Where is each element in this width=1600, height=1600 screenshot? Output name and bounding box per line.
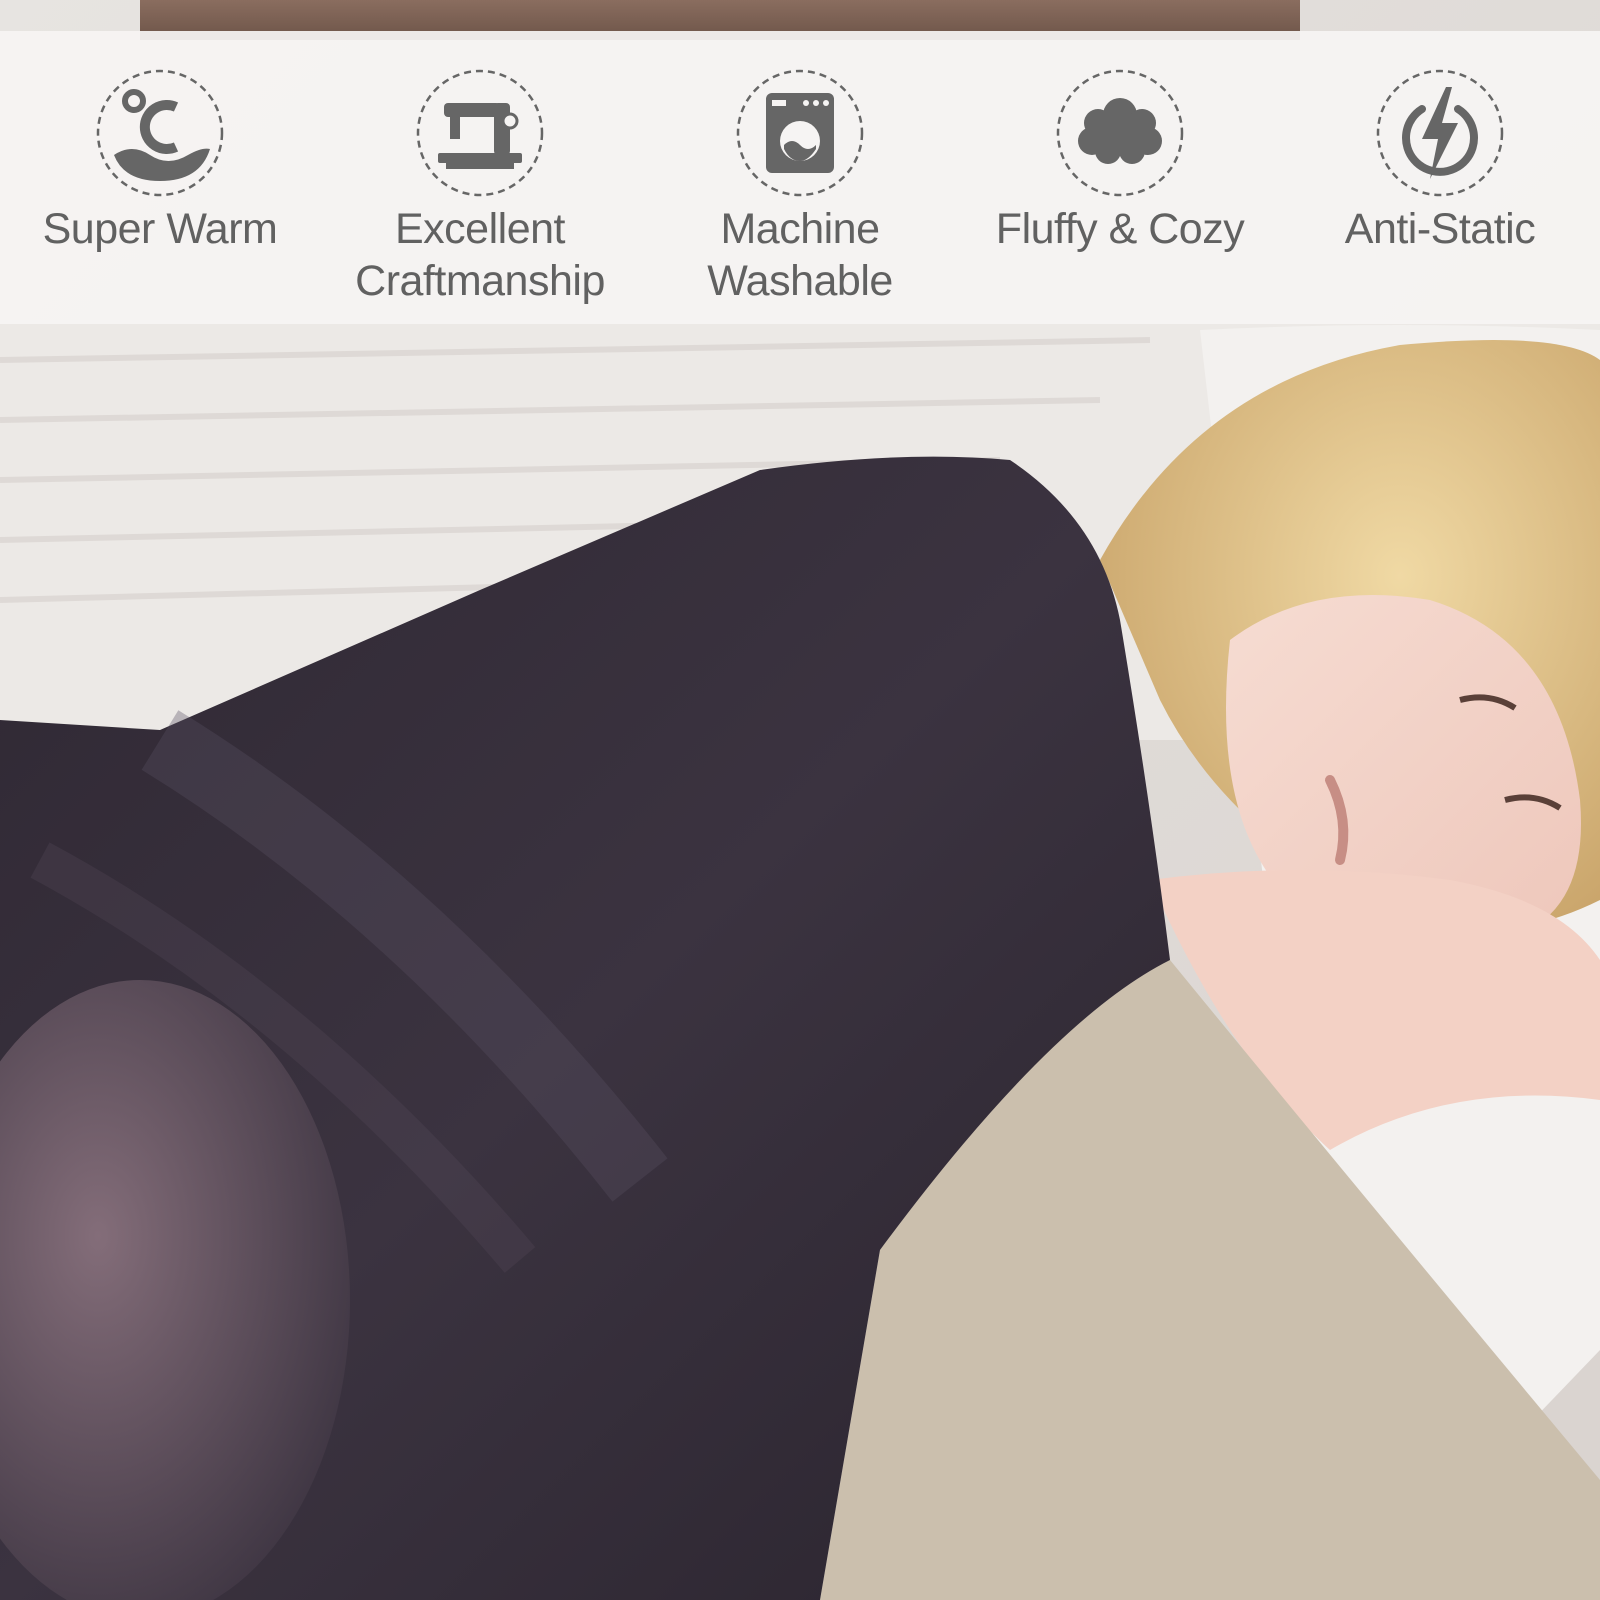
lightning-bolt-icon [1376,69,1504,197]
feature-label: Machine Washable [707,205,893,305]
washing-machine-icon [736,69,864,197]
feature-label: Fluffy & Cozy [995,205,1245,253]
feature-label: Super Warm [42,205,278,253]
cloud-icon [1056,69,1184,197]
feature-machine-washable: Machine Washable [640,31,960,324]
feature-fluffy-cozy: Fluffy & Cozy [960,31,1280,324]
feature-anti-static: Anti-Static [1280,31,1600,324]
feature-label: Anti-Static [1344,205,1536,253]
feature-excellent-craftmanship: Excellent Craftmanship [320,31,640,324]
features-banner: Super Warm Excellent Craftmanship Machin… [0,31,1600,324]
feature-super-warm: Super Warm [0,31,320,324]
feature-label: Excellent Craftmanship [355,205,605,305]
thermometer-warm-icon [96,69,224,197]
sewing-machine-icon [416,69,544,197]
